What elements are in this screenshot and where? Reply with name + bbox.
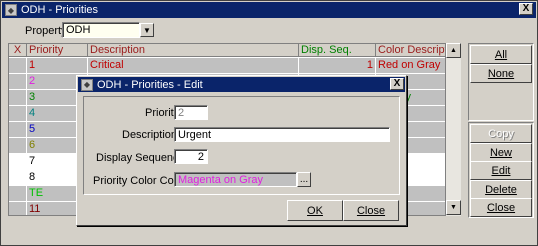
cell-x [9,106,27,122]
window-title: ODH - Priorities [21,4,99,16]
arrow-down-icon: ▼ [450,204,457,211]
col-header-description[interactable]: Description [88,44,299,57]
priority-field[interactable]: 2 [174,105,208,120]
dialog-titlebar: ◆ ODH - Priorities - Edit X [78,77,405,92]
chevron-down-icon: ▼ [143,25,151,35]
cell-x [9,186,27,202]
priority-color-code-label: Priority Color Code [93,175,186,187]
none-button[interactable]: None [470,64,532,83]
dialog-close-button-label: Close [356,204,386,217]
dialog-app-icon: ◆ [81,78,93,91]
all-button[interactable]: All [470,45,532,64]
priority-color-code-field[interactable]: Magenta on Gray [174,172,297,187]
cell-color: Red on Gray [376,58,445,74]
app-icon: ◆ [5,4,17,16]
col-header-color-description[interactable]: Color Description [376,44,445,57]
scroll-down-button[interactable]: ▼ [446,200,461,215]
dialog-close-icon-button[interactable]: X [390,78,404,90]
col-header-priority[interactable]: Priority [27,44,88,57]
display-sequence-label: Display Sequence [96,152,185,164]
ok-button-label: OK [307,204,323,217]
cell-x [9,74,27,90]
cell-x [9,58,27,74]
col-header-x[interactable]: X [9,44,27,57]
property-dropdown-button[interactable]: ▼ [140,23,154,37]
description-field[interactable]: Urgent [174,127,390,142]
cell-description: Critical [88,58,299,74]
cell-disp-seq: 1 [299,58,376,74]
cell-x [9,122,27,138]
color-picker-button[interactable]: ... [297,172,311,187]
delete-button[interactable]: Delete [470,180,532,199]
cell-x [9,154,27,170]
arrow-up-icon: ▲ [450,47,457,54]
window-close-button[interactable]: X [519,3,533,15]
cell-x [9,202,27,215]
col-header-disp-seq[interactable]: Disp. Seq. [299,44,376,57]
close-button[interactable]: Close [470,198,532,217]
cell-x [9,90,27,106]
property-field[interactable]: ODH [62,22,140,38]
scroll-up-button[interactable]: ▲ [446,43,461,58]
dialog-title: ODH - Priorities - Edit [97,78,203,91]
cell-x [9,170,27,186]
copy-button[interactable]: Copy [470,124,532,143]
edit-priority-dialog: ◆ ODH - Priorities - Edit X Priority 2 D… [76,75,407,226]
description-label: Description [122,129,178,141]
property-label: Property [25,25,67,37]
window-titlebar: ◆ ODH - Priorities X [2,2,536,18]
new-button[interactable]: New [470,143,532,162]
cell-x [9,138,27,154]
edit-button[interactable]: Edit [470,161,532,180]
dialog-close-button[interactable]: Close [343,200,399,221]
priorities-window: ◆ ODH - Priorities X Property ODH ▼ X Pr… [0,0,538,246]
table-row[interactable]: 1 Critical 1 Red on Gray [9,58,445,74]
display-sequence-field[interactable]: 2 [174,149,208,164]
cell-priority: 1 [27,58,88,74]
ok-button[interactable]: OK [287,200,343,221]
grid-scrollbar[interactable]: ▲ ▼ [445,43,461,216]
